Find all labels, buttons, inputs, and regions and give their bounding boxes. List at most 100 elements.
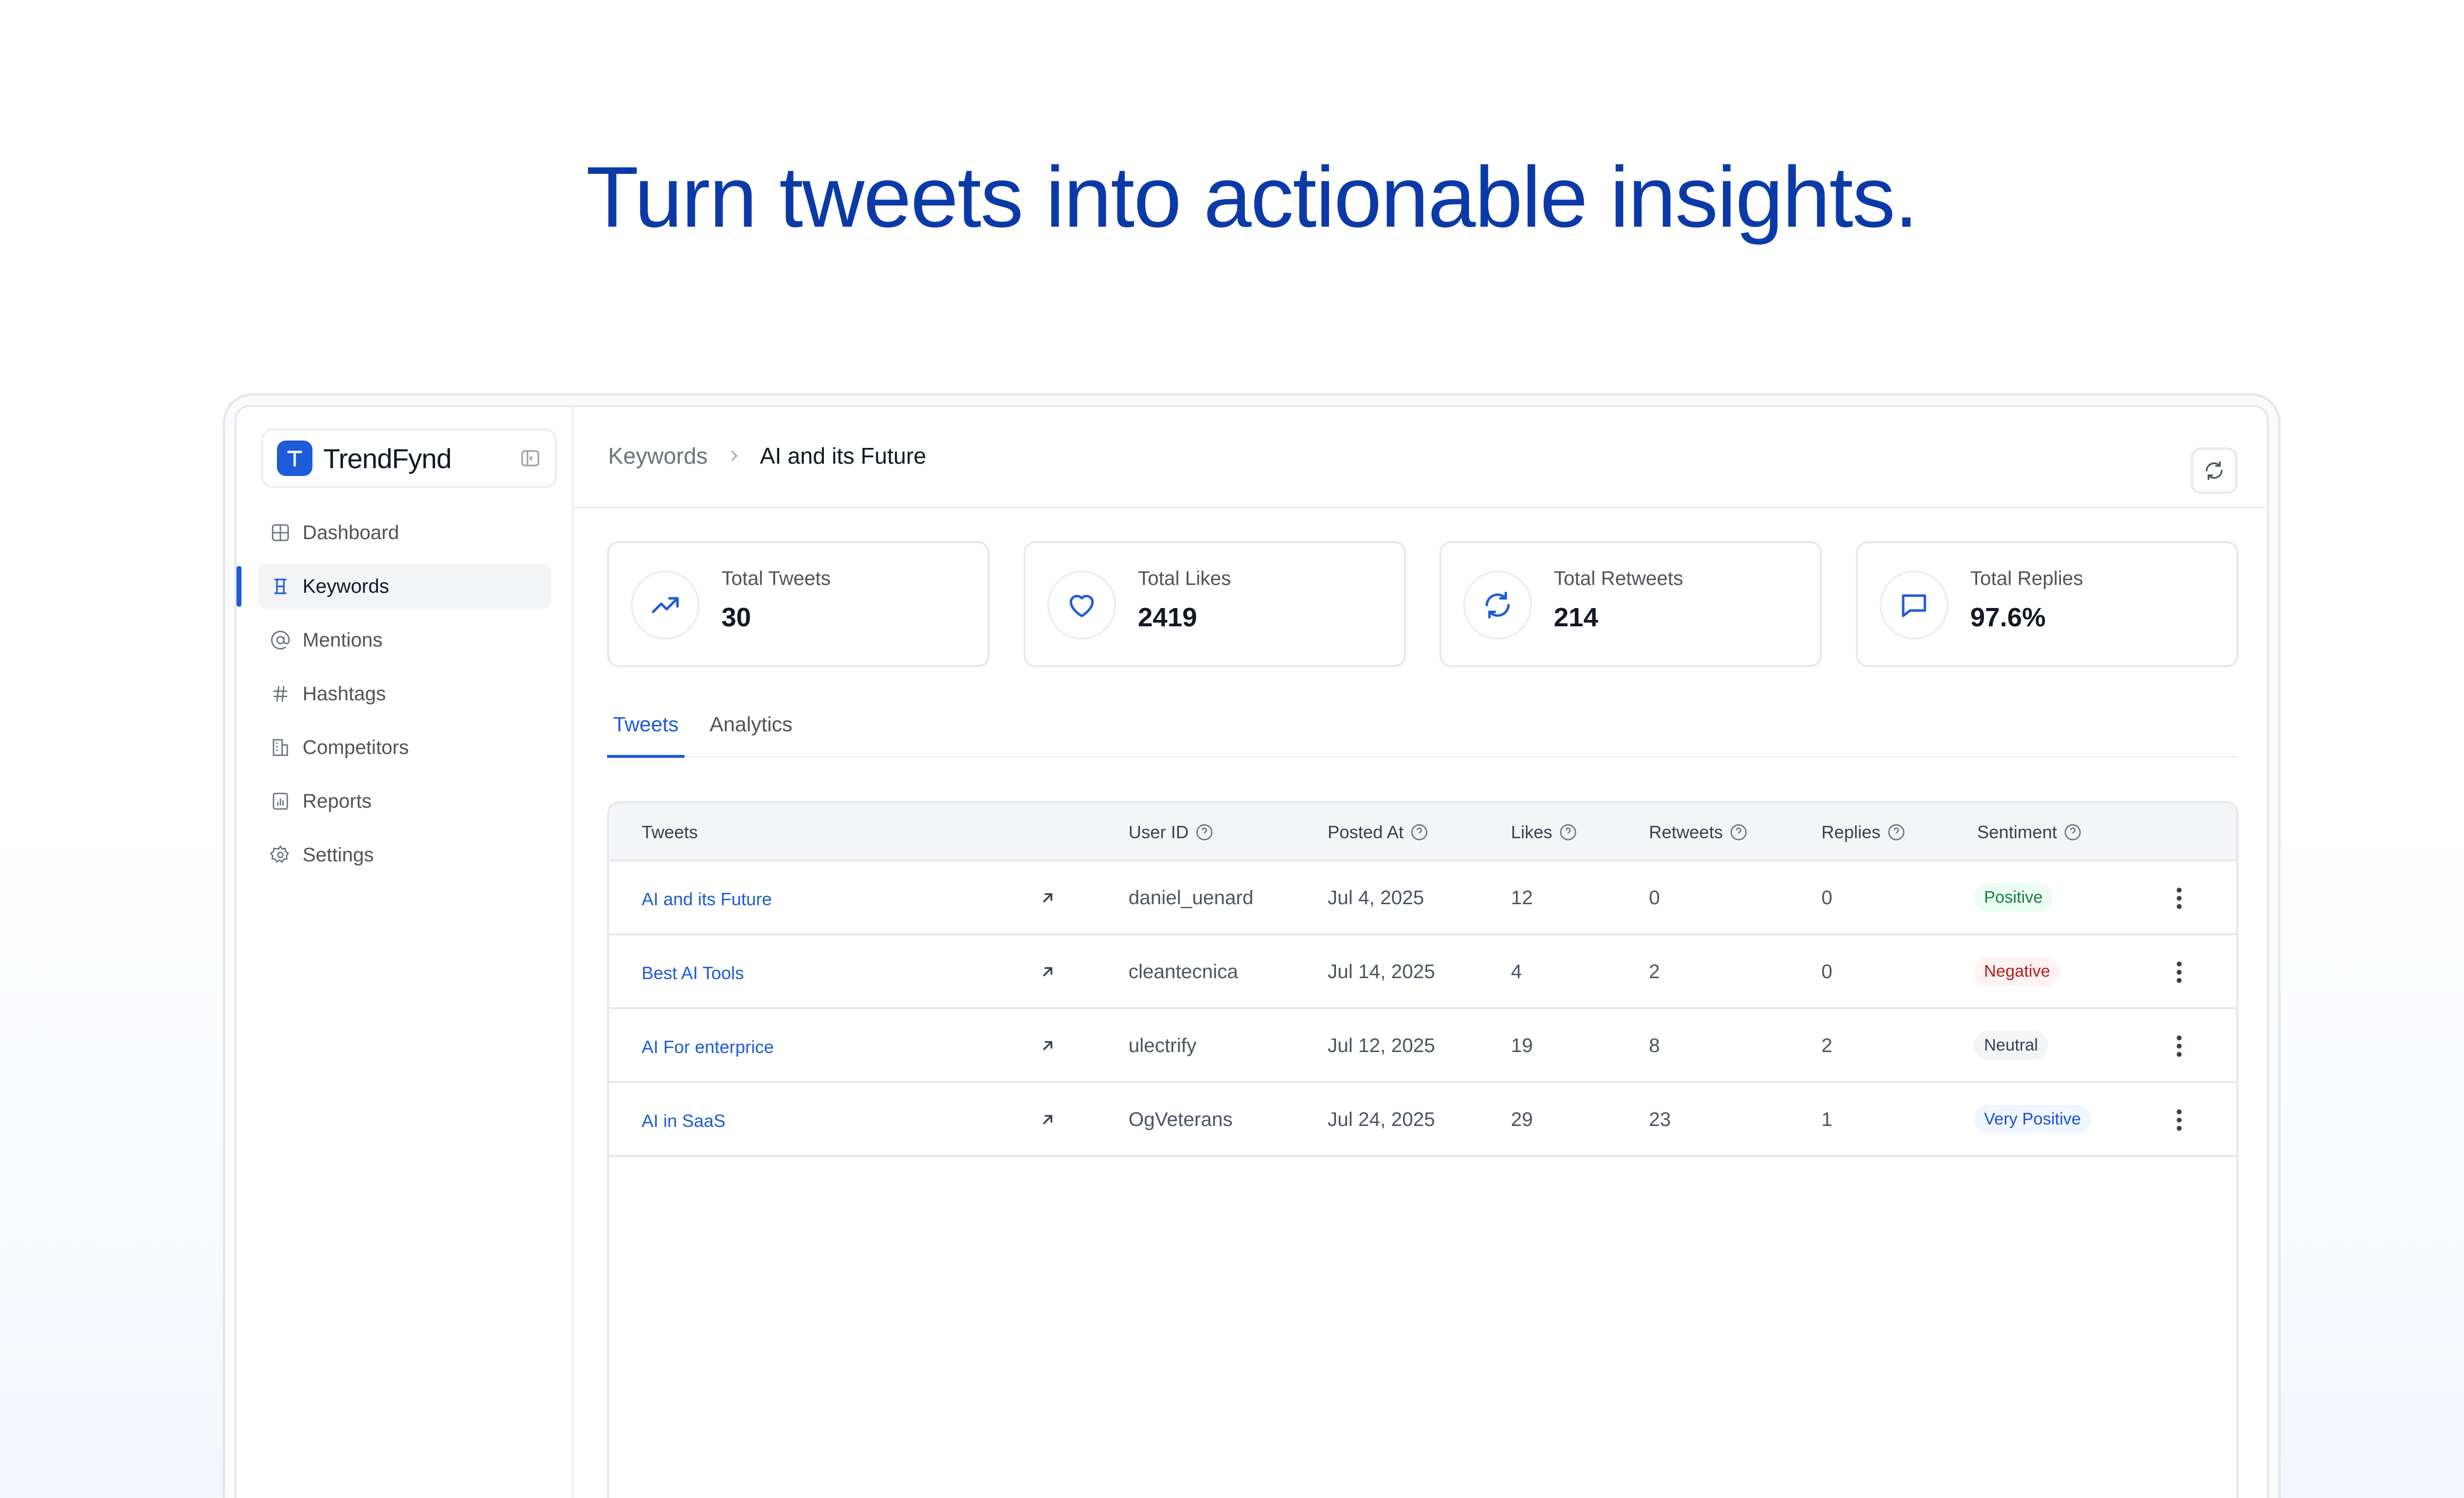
cell-posted-at: Jul 4, 2025 [1328,887,1424,909]
tweet-link[interactable]: AI and its Future [642,889,772,910]
col-header-label: Likes [1511,822,1553,842]
more-vertical-icon[interactable] [2174,1108,2184,1132]
external-link-icon[interactable] [1039,889,1057,907]
sidebar-item-mentions[interactable]: Mentions [258,618,551,662]
external-link-icon[interactable] [1039,1111,1057,1128]
cell-replies: 0 [1821,961,1833,983]
stats-row: Total Tweets 30 Total Likes 2419 Total R… [607,541,2238,667]
tabs: Tweets Analytics [607,705,2238,758]
stat-icon-wrap [1047,571,1116,640]
hero-headline: Turn tweets into actionable insights. [586,149,1918,245]
tweet-link[interactable]: AI For enterprice [642,1037,774,1057]
more-vertical-icon[interactable] [2174,886,2184,911]
sidebar-item-label: Mentions [303,629,383,651]
help-icon[interactable] [1729,822,1748,842]
sidebar-item-keywords[interactable]: Keywords [237,564,551,609]
stat-label: Total Tweets [721,568,831,589]
tab-tweets[interactable]: Tweets [607,705,685,758]
col-header-replies[interactable]: Replies [1821,822,1906,843]
external-link-icon[interactable] [1039,1037,1057,1055]
breadcrumb-parent[interactable]: Keywords [608,443,708,469]
more-vertical-icon[interactable] [2174,1034,2184,1058]
sidebar-item-label: Dashboard [303,521,399,544]
tweet-link[interactable]: Best AI Tools [642,963,744,984]
stat-card-total-replies: Total Replies 97.6% [1856,541,2238,667]
more-vertical-icon[interactable] [2174,960,2184,985]
stat-value: 214 [1554,603,1599,632]
table-row[interactable]: AI For enterprice ulectrify Jul 12, 2025… [609,1009,2236,1083]
grid-icon [272,524,289,542]
app-window: TrendFynd Dashboard Keywords Mentions Ha… [235,405,2269,1498]
stat-icon-wrap [631,571,700,640]
sidebar-nav: Dashboard Keywords Mentions Hashtags Com… [237,511,574,886]
brand-name: TrendFynd [323,443,452,474]
col-header-likes[interactable]: Likes [1511,822,1578,843]
stat-value: 97.6% [1970,603,2046,632]
stat-icon-wrap [1880,571,1949,640]
refresh-button[interactable] [2191,447,2237,494]
cell-user-id: OgVeterans [1129,1109,1233,1130]
sentiment-badge: Neutral [1974,1031,2048,1060]
stat-card-total-tweets: Total Tweets 30 [607,541,990,667]
table-row[interactable]: AI in SaaS OgVeterans Jul 24, 2025 29 23… [609,1083,2236,1157]
col-header-label: Tweets [642,822,698,842]
tweet-link[interactable]: AI in SaaS [642,1111,725,1131]
stat-label: Total Replies [1970,568,2084,589]
breadcrumb-current: AI and its Future [759,443,926,469]
cell-likes: 4 [1511,961,1522,983]
sidebar: TrendFynd Dashboard Keywords Mentions Ha… [237,407,574,1498]
external-link-icon[interactable] [1039,963,1057,981]
sidebar-item-dashboard[interactable]: Dashboard [258,511,551,555]
gear-icon [270,845,289,863]
col-header-label: Retweets [1649,822,1723,842]
sentiment-badge: Negative [1974,957,2060,986]
trending-up-icon [651,597,679,613]
table-row[interactable]: AI and its Future daniel_uenard Jul 4, 2… [609,861,2236,935]
sidebar-item-competitors[interactable]: Competitors [258,725,551,770]
cell-replies: 1 [1821,1109,1833,1130]
sentiment-badge: Positive [1974,883,2053,912]
col-header-sentiment[interactable]: Sentiment [1977,822,2083,843]
stat-label: Total Likes [1138,568,1231,589]
cell-user-id: ulectrify [1129,1035,1197,1056]
col-header-posted-at[interactable]: Posted At [1328,822,1429,843]
sidebar-item-settings[interactable]: Settings [258,833,551,877]
stat-label: Total Retweets [1554,568,1683,589]
cell-replies: 2 [1821,1035,1833,1056]
keyword-icon [274,579,287,594]
help-icon[interactable] [1886,822,1906,842]
sidebar-item-reports[interactable]: Reports [258,779,551,823]
report-icon [273,792,288,810]
sidebar-item-hashtags[interactable]: Hashtags [258,672,551,716]
tab-analytics[interactable]: Analytics [704,705,798,758]
help-icon[interactable] [1409,822,1429,842]
col-header-retweets[interactable]: Retweets [1649,822,1748,843]
cell-user-id: cleantecnica [1129,961,1238,983]
sidebar-item-label: Keywords [303,575,389,597]
sidebar-item-label: Hashtags [303,682,386,705]
stat-card-total-likes: Total Likes 2419 [1024,541,1406,667]
refresh-icon [2205,461,2223,480]
col-header-label: User ID [1129,822,1189,842]
cell-likes: 29 [1511,1109,1533,1130]
table-row[interactable]: Best AI Tools cleantecnica Jul 14, 2025 … [609,935,2236,1009]
chat-icon [1902,594,1926,617]
col-header-tweets[interactable]: Tweets [642,822,698,843]
breadcrumb: Keywords AI and its Future [608,443,926,469]
sidebar-collapse-icon[interactable] [519,447,541,469]
help-icon[interactable] [1195,822,1214,842]
building-icon [273,739,288,756]
cell-replies: 0 [1821,887,1833,909]
col-header-user-id[interactable]: User ID [1129,822,1214,843]
brand-header: TrendFynd [261,429,557,488]
stat-card-total-retweets: Total Retweets 214 [1439,541,1822,667]
cell-likes: 12 [1511,887,1533,909]
sentiment-badge: Very Positive [1974,1105,2091,1134]
stat-value: 2419 [1138,603,1198,632]
help-icon[interactable] [1558,822,1578,842]
help-icon[interactable] [2063,822,2083,842]
heart-icon [1069,595,1094,617]
tweets-table: Tweets User ID Posted At Likes Retweets … [607,801,2238,1498]
topbar: Keywords AI and its Future [574,407,2267,509]
cell-retweets: 2 [1649,961,1660,983]
